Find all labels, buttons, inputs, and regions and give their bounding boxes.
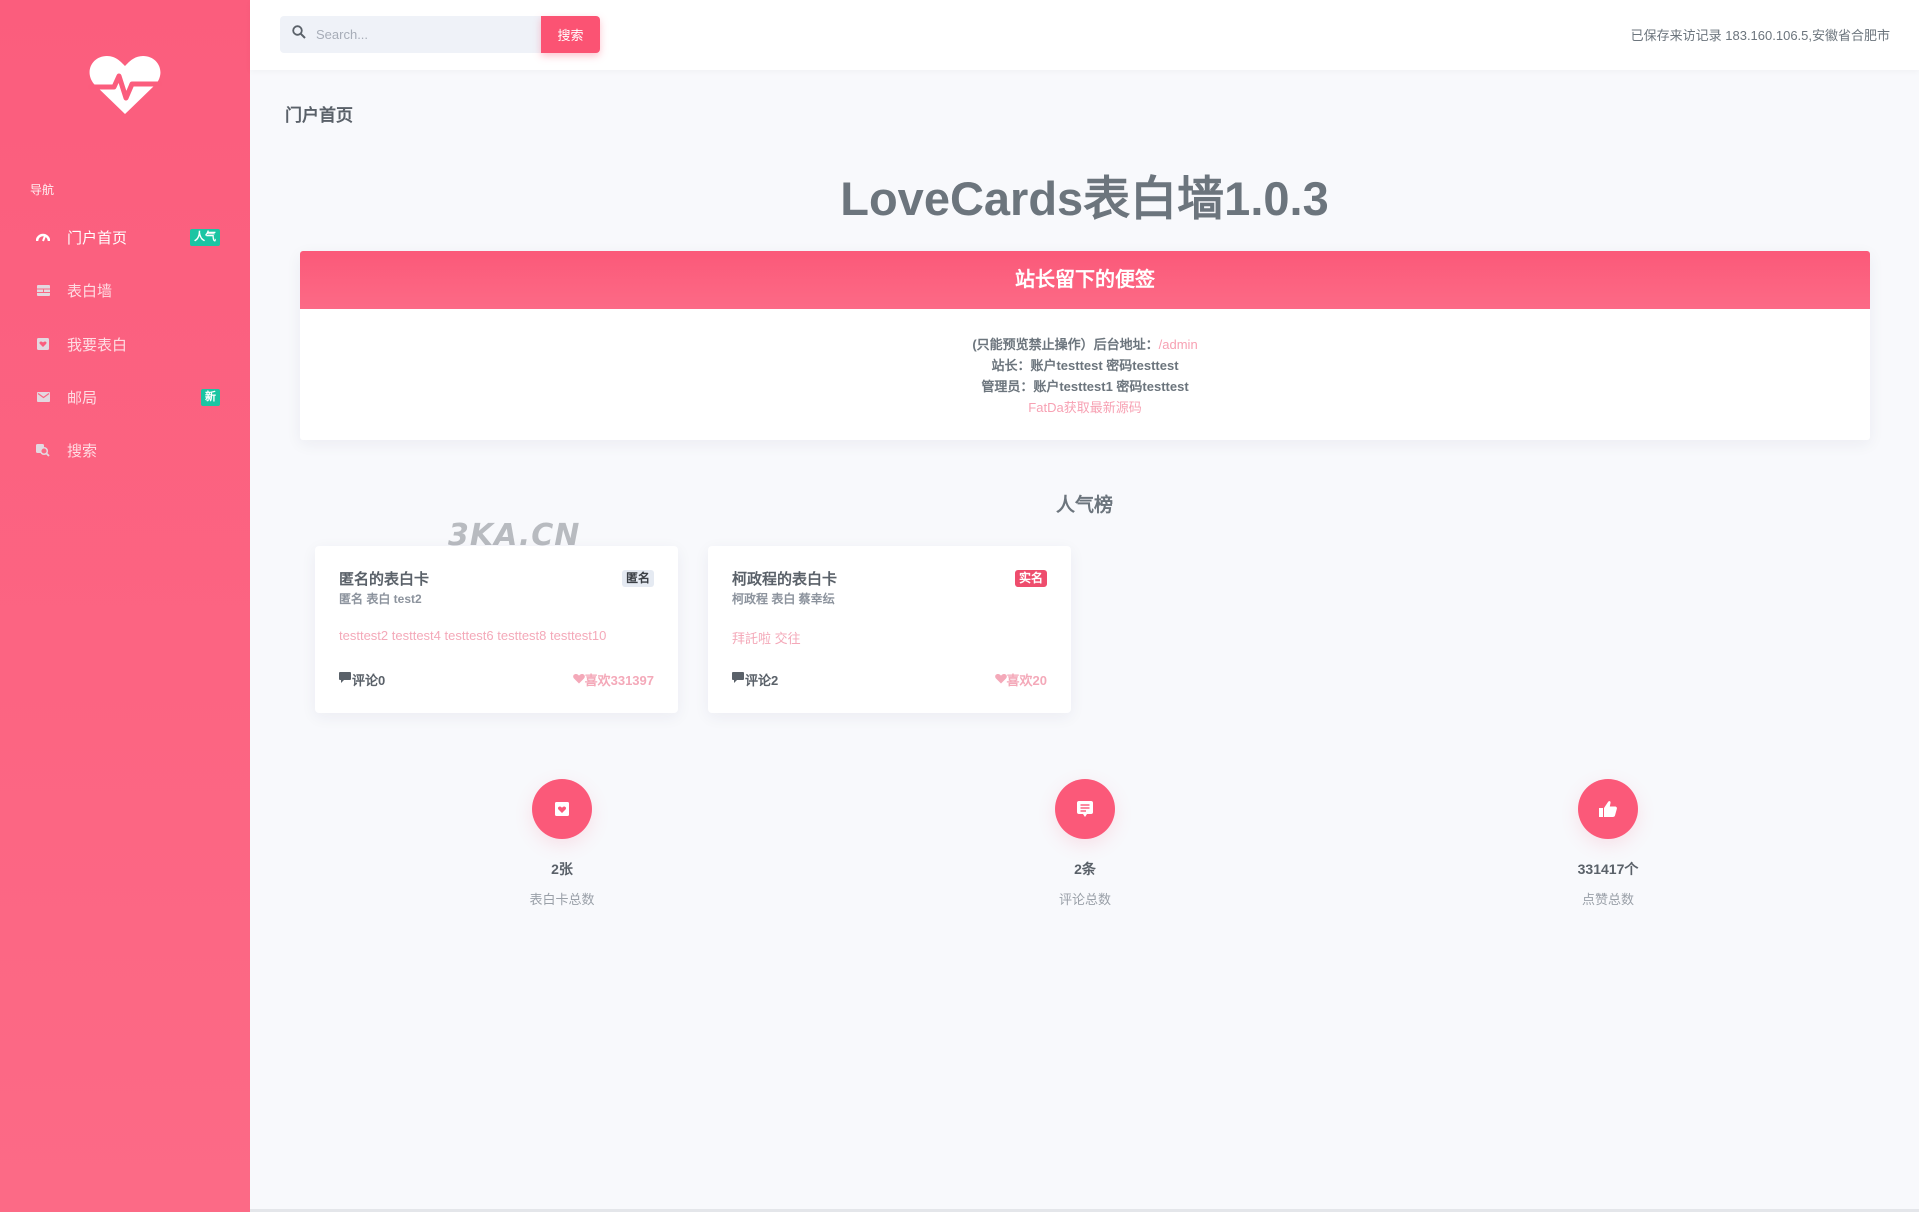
card-content: testtest2 testtest4 testtest6 testtest8 … (339, 628, 607, 643)
stat-value: 2张 (551, 861, 573, 877)
admin-note-card: 站长留下的便签 (只能预览禁止操作）后台地址：/admin 站长：账户testt… (300, 251, 1870, 440)
sidebar-item-search[interactable]: 搜索 (0, 428, 250, 472)
anonymous-tag: 匿名 (621, 570, 654, 587)
note-admin-label: (只能预览禁止操作）后台地址： (972, 337, 1159, 352)
heart-icon (572, 672, 585, 687)
visit-record-text: 已保存来访记录 183.160.106.5,安徽省合肥市 (1630, 28, 1890, 43)
stat-label: 点赞总数 (1581, 892, 1634, 907)
sidebar-item-home[interactable]: 门户首页 人气 (0, 215, 250, 259)
card-likes[interactable]: 喜欢20 (994, 670, 1047, 689)
sidebar-item-label: 我要表白 (67, 336, 128, 354)
card-subtitle: 匿名 表白 test2 (339, 592, 422, 606)
stat-label: 评论总数 (1058, 892, 1111, 907)
card-likes[interactable]: 喜欢331397 (572, 670, 654, 689)
search-icon (36, 443, 50, 457)
love-card[interactable]: 柯政程的表白卡 柯政程 表白 蔡幸纭 实名 拜託啦 交往 评论2 喜欢20 (708, 546, 1071, 713)
card-comments[interactable]: 评论0 (339, 670, 385, 689)
nav-section-title: 导航 (30, 183, 55, 197)
comment-icon (339, 672, 352, 687)
sidebar-item-label: 搜索 (67, 442, 98, 460)
site-title: LoveCards表白墙1.0.3 (840, 172, 1329, 225)
note-body: (只能预览禁止操作）后台地址：/admin 站长：账户testtest 密码te… (300, 309, 1870, 418)
stat-total-cards: 2张 表白卡总数 (462, 779, 662, 908)
note-line-admin: (只能预览禁止操作）后台地址：/admin (300, 334, 1870, 355)
card-content: 拜託啦 交往 (732, 631, 801, 646)
source-code-link[interactable]: FatDa获取最新源码 (1028, 400, 1141, 415)
search-button[interactable]: 搜索 (541, 16, 600, 53)
sidebar-item-post-office[interactable]: 邮局 新 (0, 375, 250, 419)
sidebar-item-wall[interactable]: 表白墙 (0, 268, 250, 312)
comment-count: 评论2 (745, 673, 779, 688)
thumbs-up-icon (1578, 779, 1638, 839)
envelope-icon (36, 390, 50, 404)
sidebar-item-label: 邮局 (67, 389, 98, 407)
real-name-tag: 实名 (1014, 570, 1047, 587)
card-comments[interactable]: 评论2 (732, 670, 778, 689)
sidebar-item-confess[interactable]: 我要表白 (0, 322, 250, 366)
search-icon (292, 25, 306, 44)
like-count: 喜欢331397 (584, 673, 654, 688)
search-input[interactable] (316, 27, 516, 42)
admin-link[interactable]: /admin (1159, 337, 1198, 352)
comment-icon (1055, 779, 1115, 839)
note-line-owner: 站长：账户testtest 密码testtest (991, 358, 1179, 373)
search-form: 搜索 (280, 16, 600, 53)
popular-badge: 人气 (190, 228, 220, 246)
popularity-ranking-title: 人气榜 (1055, 495, 1113, 516)
like-count: 喜欢20 (1006, 673, 1047, 688)
heart-card-icon (532, 779, 592, 839)
heart-card-icon (36, 337, 50, 351)
sidebar: 导航 门户首页 人气 表白墙 我要表白 邮局 新 搜索 (0, 0, 250, 1212)
card-title: 匿名的表白卡 (339, 571, 430, 588)
note-line-manager: 管理员：账户testtest1 密码testtest (981, 379, 1189, 394)
stat-value: 2条 (1074, 861, 1096, 877)
stat-value: 331417个 (1577, 861, 1639, 877)
heartbeat-icon[interactable] (87, 54, 163, 116)
stat-label: 表白卡总数 (529, 892, 595, 907)
heart-icon (994, 672, 1007, 687)
wall-icon (36, 283, 50, 297)
card-title: 柯政程的表白卡 (732, 571, 838, 588)
love-card[interactable]: 匿名的表白卡 匿名 表白 test2 匿名 testtest2 testtest… (315, 546, 678, 713)
dashboard-gauge-icon (36, 230, 50, 244)
comment-count: 评论0 (352, 673, 386, 688)
top-header: 搜索 已保存来访记录 183.160.106.5,安徽省合肥市 (250, 0, 1919, 70)
stat-total-comments: 2条 评论总数 (985, 779, 1185, 908)
stat-total-likes: 331417个 点赞总数 (1508, 779, 1708, 908)
sidebar-item-label: 表白墙 (67, 282, 113, 300)
new-badge: 新 (201, 388, 220, 406)
page-title: 门户首页 (285, 106, 353, 125)
sidebar-item-label: 门户首页 (67, 229, 128, 247)
note-title: 站长留下的便签 (300, 251, 1870, 309)
card-subtitle: 柯政程 表白 蔡幸纭 (732, 592, 835, 606)
search-field[interactable] (280, 16, 541, 53)
comment-icon (732, 672, 745, 687)
